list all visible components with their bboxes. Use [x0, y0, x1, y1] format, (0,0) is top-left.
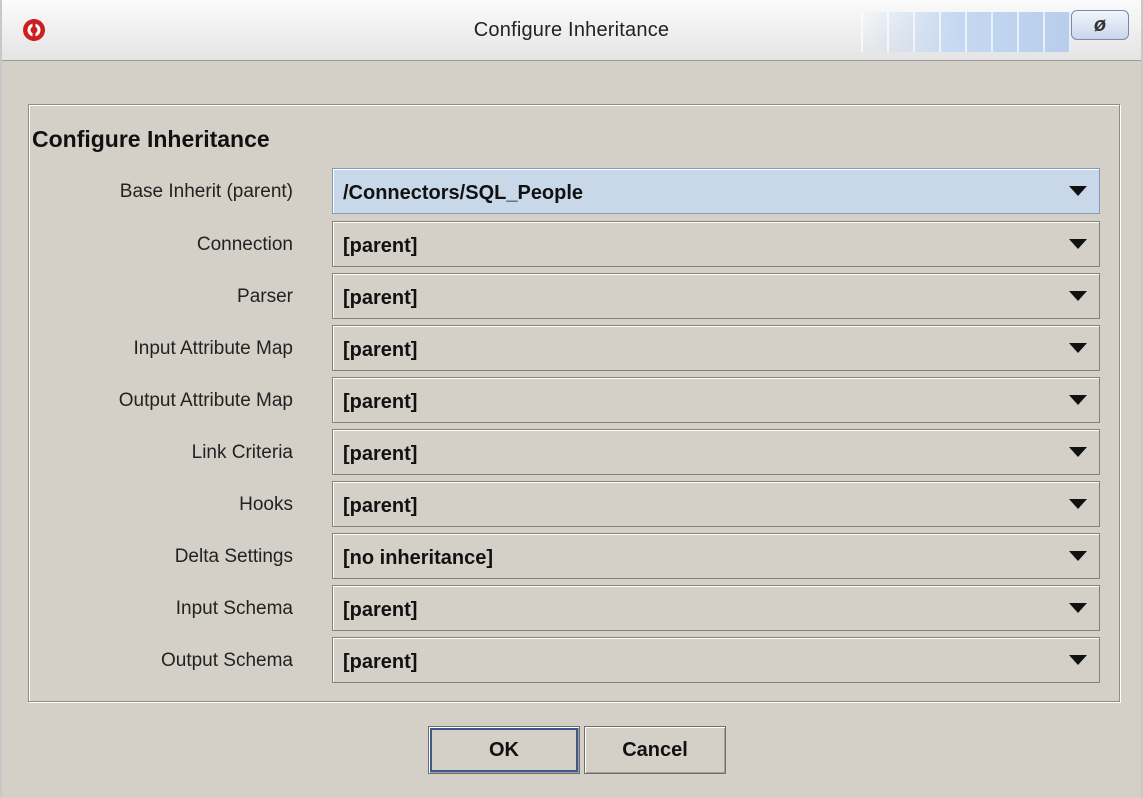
- dropdown-value: [parent]: [343, 339, 418, 361]
- dropdown-arrow-icon[interactable]: [1069, 499, 1087, 509]
- output-attribute-map-dropdown[interactable]: [parent]: [332, 377, 1100, 423]
- output-schema-label: Output Schema: [160, 650, 293, 671]
- input-attribute-map-label: Input Attribute Map: [133, 338, 294, 359]
- dropdown-arrow-icon[interactable]: [1069, 447, 1087, 457]
- field-row-input-attribute-map: Input Attribute Map [parent]: [2, 325, 1143, 371]
- field-row-hooks: Hooks [parent]: [2, 481, 1143, 527]
- field-row-delta-settings: Delta Settings [no inheritance]: [2, 533, 1143, 579]
- cancel-button[interactable]: Cancel: [584, 726, 726, 774]
- field-row-base-inherit: Base Inherit (parent) /Connectors/SQL_Pe…: [2, 168, 1143, 214]
- base-inherit-dropdown[interactable]: /Connectors/SQL_People: [332, 168, 1100, 214]
- link-criteria-dropdown[interactable]: [parent]: [332, 429, 1100, 475]
- field-row-link-criteria: Link Criteria [parent]: [2, 429, 1143, 475]
- input-schema-label: Input Schema: [175, 598, 293, 619]
- output-attribute-map-label: Output Attribute Map: [118, 390, 293, 411]
- field-row-parser: Parser [parent]: [2, 273, 1143, 319]
- hooks-label: Hooks: [239, 494, 293, 515]
- dropdown-arrow-icon[interactable]: [1069, 655, 1087, 665]
- ok-button[interactable]: OK: [428, 726, 580, 774]
- close-button[interactable]: ø: [1071, 10, 1129, 40]
- title-bar[interactable]: Configure Inheritance ø: [2, 0, 1141, 61]
- field-row-output-schema: Output Schema [parent]: [2, 637, 1143, 683]
- dropdown-value: [parent]: [343, 391, 418, 413]
- field-row-connection: Connection [parent]: [2, 221, 1143, 267]
- dropdown-value: [parent]: [343, 235, 418, 257]
- dropdown-arrow-icon[interactable]: [1069, 186, 1087, 196]
- configure-inheritance-dialog: Configure Inheritance ø Configure Inheri…: [0, 0, 1143, 798]
- dropdown-value: /Connectors/SQL_People: [343, 182, 584, 204]
- field-row-output-attribute-map: Output Attribute Map [parent]: [2, 377, 1143, 423]
- link-criteria-label: Link Criteria: [191, 442, 293, 463]
- delta-settings-label: Delta Settings: [174, 546, 293, 567]
- base-inherit-label: Base Inherit (parent): [119, 181, 293, 202]
- dropdown-arrow-icon[interactable]: [1069, 395, 1087, 405]
- dropdown-value: [no inheritance]: [343, 547, 494, 569]
- dropdown-arrow-icon[interactable]: [1069, 239, 1087, 249]
- dropdown-value: [parent]: [343, 599, 418, 621]
- section-title: Configure Inheritance: [32, 126, 270, 152]
- input-schema-dropdown[interactable]: [parent]: [332, 585, 1100, 631]
- title-bar-decoration: [861, 12, 1071, 52]
- connection-dropdown[interactable]: [parent]: [332, 221, 1100, 267]
- dropdown-value: [parent]: [343, 287, 418, 309]
- parser-label: Parser: [237, 286, 293, 307]
- dropdown-value: [parent]: [343, 495, 418, 517]
- delta-settings-dropdown[interactable]: [no inheritance]: [332, 533, 1100, 579]
- input-attribute-map-dropdown[interactable]: [parent]: [332, 325, 1100, 371]
- dropdown-arrow-icon[interactable]: [1069, 603, 1087, 613]
- dropdown-arrow-icon[interactable]: [1069, 343, 1087, 353]
- hooks-dropdown[interactable]: [parent]: [332, 481, 1100, 527]
- dropdown-arrow-icon[interactable]: [1069, 291, 1087, 301]
- dropdown-value: [parent]: [343, 443, 418, 465]
- dropdown-arrow-icon[interactable]: [1069, 551, 1087, 561]
- output-schema-dropdown[interactable]: [parent]: [332, 637, 1100, 683]
- field-row-input-schema: Input Schema [parent]: [2, 585, 1143, 631]
- parser-dropdown[interactable]: [parent]: [332, 273, 1100, 319]
- dropdown-value: [parent]: [343, 651, 418, 673]
- connection-label: Connection: [196, 234, 293, 255]
